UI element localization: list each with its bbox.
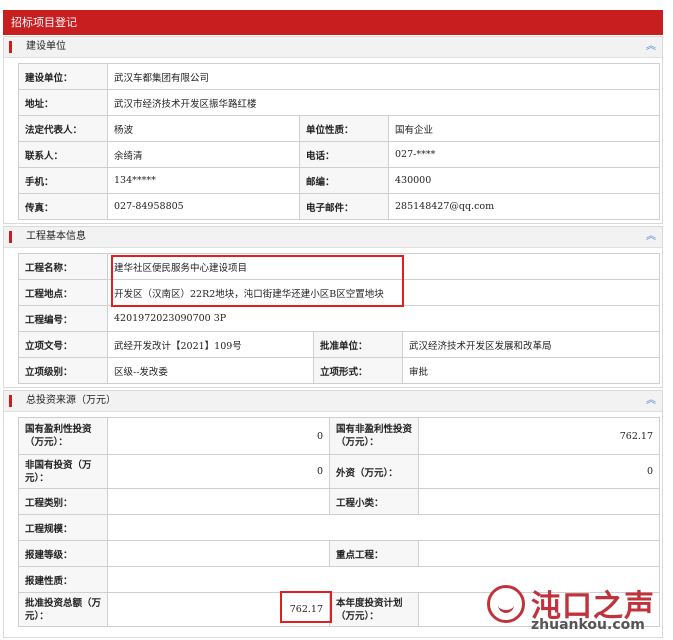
subcategory-label: 工程小类： xyxy=(329,488,419,515)
unit-nature-label: 单位性质： xyxy=(299,115,389,142)
key-project-label: 重点工程： xyxy=(329,540,419,567)
key-project-value xyxy=(418,540,660,567)
zip-value: 430000 xyxy=(387,167,661,194)
address-value: 武汉市经济技术开发区振华路红楼 xyxy=(106,89,661,116)
table-row: 立项文号： 武经开发改计【2021】109号 批准单位： 武汉经济技术开发区发展… xyxy=(18,331,660,358)
phone-label: 电话： xyxy=(299,141,389,168)
zip-label: 邮编： xyxy=(299,167,389,194)
grade-value xyxy=(107,540,330,567)
table-row: 立项级别： 区级--发改委 立项形式： 审批 xyxy=(18,357,660,384)
watermark: 沌口之声 zhuankou.com xyxy=(487,583,667,635)
nonstate-label: 非国有投资（万元）： xyxy=(18,454,108,489)
project-panel: 工程基本信息 ︽ 工程名称： 建华社区便民服务中心建设项目 工程地点： 开发区（… xyxy=(3,226,663,388)
table-row: 地址： 武汉市经济技术开发区振华路红楼 xyxy=(18,89,661,116)
table-row: 手机： 134***** 邮编： 430000 xyxy=(18,167,661,194)
unit-value: 武汉车都集团有限公司 xyxy=(106,63,661,90)
project-name-label: 工程名称： xyxy=(18,253,108,280)
foreign-value: 0 xyxy=(418,454,660,489)
approval-doc-value: 武经开发改计【2021】109号 xyxy=(107,331,314,358)
mobile-label: 手机： xyxy=(18,167,108,194)
state-profit-label: 国有盈利性投资（万元）： xyxy=(18,417,108,455)
table-row: 工程编号： 4201972023090700 3P xyxy=(18,305,660,332)
mobile-value: 134***** xyxy=(107,167,300,194)
chevron-up-icon[interactable]: ︽ xyxy=(646,391,656,411)
scale-value xyxy=(107,514,660,541)
annual-plan-label: 本年度投资计划（万元）： xyxy=(329,592,419,627)
watermark-url: zhuankou.com xyxy=(531,617,645,633)
nonstate-value: 0 xyxy=(107,454,330,489)
project-code-label: 工程编号： xyxy=(18,305,108,332)
funding-section-header[interactable]: 总投资来源（万元） ︽ xyxy=(4,391,662,412)
table-row: 非国有投资（万元）： 0 外资（万元）： 0 xyxy=(18,454,660,489)
table-row: 国有盈利性投资（万元）： 0 国有非盈利性投资（万元）： 762.17 xyxy=(18,417,660,455)
funding-section-title: 总投资来源（万元） xyxy=(26,395,116,406)
highlight-box xyxy=(111,255,404,307)
approver-value: 武汉经济技术开发区发展和改革局 xyxy=(402,331,660,358)
category-label: 工程类别： xyxy=(18,488,108,515)
page-title: 招标项目登记 xyxy=(11,16,77,29)
unit-nature-value: 国有企业 xyxy=(387,115,661,142)
fax-value: 027-84958805 xyxy=(107,193,300,220)
project-section-title: 工程基本信息 xyxy=(26,231,86,242)
approval-level-value: 区级--发改委 xyxy=(107,357,314,384)
legal-rep-label: 法定代表人： xyxy=(18,115,108,142)
fax-label: 传真： xyxy=(18,193,108,220)
approval-level-label: 立项级别： xyxy=(18,357,108,384)
builder-table: 建设单位： 武汉车都集团有限公司 地址： 武汉市经济技术开发区振华路红楼 法定代… xyxy=(18,63,661,220)
builder-section-title: 建设单位 xyxy=(26,41,66,52)
approver-label: 批准单位： xyxy=(313,331,403,358)
address-label: 地址： xyxy=(18,89,108,116)
grade-label: 报建等级： xyxy=(18,540,108,567)
table-row: 建设单位： 武汉车都集团有限公司 xyxy=(18,63,661,90)
approval-form-value: 审批 xyxy=(402,357,660,384)
build-nature-label: 报建性质： xyxy=(18,566,108,593)
highlight-box xyxy=(280,591,332,623)
builder-section-header[interactable]: 建设单位 ︽ xyxy=(4,37,662,58)
table-row: 联系人： 余绮清 电话： 027-**** xyxy=(18,141,661,168)
table-row: 工程类别： 工程小类： xyxy=(18,488,660,515)
chevron-up-icon[interactable]: ︽ xyxy=(646,37,656,57)
state-profit-value: 0 xyxy=(107,417,330,455)
legal-rep-value: 杨波 xyxy=(107,115,300,142)
total-investment-label: 批准投资总额（万元）： xyxy=(18,592,108,627)
table-row: 传真： 027-84958805 电子邮件： 285148427@qq.com xyxy=(18,193,661,220)
table-row: 法定代表人： 杨波 单位性质： 国有企业 xyxy=(18,115,661,142)
section-marker xyxy=(9,395,12,407)
table-row: 报建等级： 重点工程： xyxy=(18,540,660,567)
email-label: 电子邮件： xyxy=(299,193,389,220)
chevron-up-icon[interactable]: ︽ xyxy=(646,227,656,247)
project-site-label: 工程地点： xyxy=(18,279,108,306)
builder-panel: 建设单位 ︽ 建设单位： 武汉车都集团有限公司 地址： 武汉市经济技术开发区振华… xyxy=(3,36,663,224)
table-row: 工程规模： xyxy=(18,514,660,541)
section-marker xyxy=(9,41,12,53)
foreign-label: 外资（万元）： xyxy=(329,454,419,489)
subcategory-value xyxy=(418,488,660,515)
project-code-value: 4201972023090700 3P xyxy=(107,305,660,332)
brand-logo-icon xyxy=(487,585,525,623)
email-value[interactable]: 285148427@qq.com xyxy=(387,193,661,220)
state-nonprofit-value: 762.17 xyxy=(418,417,660,455)
state-nonprofit-label: 国有非盈利性投资（万元）： xyxy=(329,417,419,455)
approval-form-label: 立项形式： xyxy=(313,357,403,384)
page-title-bar: 招标项目登记 xyxy=(3,10,663,35)
phone-value: 027-**** xyxy=(387,141,661,168)
contact-label: 联系人： xyxy=(18,141,108,168)
approval-doc-label: 立项文号： xyxy=(18,331,108,358)
contact-value: 余绮清 xyxy=(107,141,300,168)
category-value xyxy=(107,488,330,515)
scale-label: 工程规模： xyxy=(18,514,108,541)
unit-label: 建设单位： xyxy=(18,63,108,90)
section-marker xyxy=(9,231,12,243)
project-section-header[interactable]: 工程基本信息 ︽ xyxy=(4,227,662,248)
